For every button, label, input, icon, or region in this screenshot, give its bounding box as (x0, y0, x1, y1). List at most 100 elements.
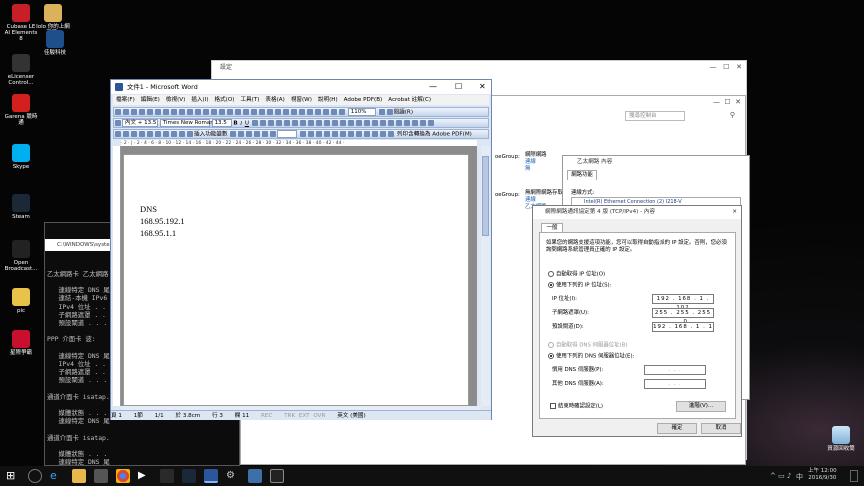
status-language: 英文 (美國) (337, 413, 366, 419)
desktop-icon[interactable]: Open Broadcast... (4, 240, 38, 272)
notification-icon[interactable] (850, 470, 858, 482)
size-select[interactable]: 13.5 (211, 119, 232, 127)
ip-address-field[interactable]: 192 . 168 . 1 . 102 (652, 294, 714, 311)
app-icon (12, 194, 30, 212)
bold-button[interactable]: B (233, 121, 237, 127)
toolbar-field[interactable] (277, 130, 298, 138)
desktop-icon[interactable]: eLicenser Control... (4, 54, 38, 86)
desktop-icon[interactable]: 佳駿科技 (38, 30, 72, 56)
word-taskbar-icon[interactable] (204, 469, 218, 483)
alternate-dns-field[interactable]: . . . (644, 379, 706, 389)
status-pages: 1/1 (154, 413, 164, 419)
cancel-button[interactable]: 取消 (701, 423, 741, 434)
start-icon[interactable]: ⊞ (6, 469, 20, 483)
subnet-mask-field[interactable]: 255 . 255 . 255 . 0 (652, 308, 714, 325)
status-ext[interactable]: EXT (299, 413, 310, 419)
vertical-ruler[interactable] (113, 146, 121, 406)
auto-dns-radio[interactable]: 自動取得 DNS 伺服器位址(B) (548, 342, 627, 350)
document-page[interactable]: DNS 168.95.192.1 168.95.1.1 (123, 154, 469, 406)
ok-button[interactable]: 確定 (657, 423, 697, 434)
menu-item[interactable]: Acrobat 註解(C) (388, 97, 431, 103)
ipv4-title-text: 網際網路通訊協定第 4 版 (TCP/IPv4) - 內容 (545, 209, 656, 215)
italic-button[interactable]: I (240, 120, 242, 127)
auto-ip-radio[interactable]: 自動取得 IP 位址(O) (548, 271, 605, 279)
menu-item[interactable]: 說明(H) (318, 97, 338, 103)
adobe-pdf-button[interactable]: 列印含轉換為 Adobe PDF(M) (397, 132, 472, 138)
menu-item[interactable]: 檔案(F) (116, 97, 135, 103)
netconn-entry-1[interactable]: 網際網路 連線 無 (525, 152, 547, 173)
chrome-icon[interactable] (116, 469, 130, 483)
word-window[interactable]: 文件1 - Microsoft Word — ☐ ✕ 檔案(F) 編輯(E) 檢視(… (110, 79, 492, 420)
manual-ip-radio[interactable]: 使用下列的 IP 位址(S): (548, 282, 611, 290)
formatting-toolbar[interactable]: 內文 + 13.5 Times New Roman 13.5 B I U (113, 118, 489, 128)
network-window-icon[interactable] (248, 469, 262, 483)
desktop-icon[interactable]: Skype (4, 144, 38, 170)
cortana-icon[interactable] (28, 469, 42, 483)
menu-item[interactable]: 工具(T) (240, 97, 259, 103)
radio-selected-icon (548, 353, 554, 359)
close-icon[interactable]: ✕ (479, 80, 486, 94)
menu-item[interactable]: 表格(A) (265, 97, 284, 103)
settings-window-controls[interactable]: — ☐ ✕ (710, 63, 743, 71)
font-select[interactable]: Times New Roman (159, 119, 214, 127)
store-icon[interactable] (94, 469, 108, 483)
extra-toolbar[interactable]: 插入功能變數 列印含轉換為 Adobe PDF(M) (113, 129, 489, 139)
preferred-dns-label: 慣用 DNS 伺服器(P): (552, 367, 604, 373)
entry1-link[interactable]: 連線 (525, 159, 547, 166)
document-line[interactable]: DNS (140, 203, 185, 215)
preferred-dns-field[interactable]: . . . (644, 365, 706, 375)
desktop-icon[interactable]: Steam (4, 194, 38, 220)
insert-field-button[interactable]: 插入功能變數 (194, 132, 228, 138)
recycle-bin-icon[interactable]: 資源回收筒 (824, 426, 858, 452)
ipv4-properties-dialog[interactable]: 網際網路通訊協定第 4 版 (TCP/IPv4) - 內容 ✕ 一般 如果您的網路… (532, 205, 742, 437)
document-line[interactable]: 168.95.192.1 (140, 215, 185, 227)
menu-item[interactable]: 插入(I) (191, 97, 208, 103)
search-input[interactable]: 搜尋控制台 (625, 111, 685, 121)
search-icon[interactable]: ⚲ (730, 111, 735, 119)
reading-button[interactable]: 閱讀(R) (394, 110, 413, 116)
manual-dns-radio[interactable]: 使用下列的 DNS 伺服器位址(E): (548, 353, 634, 361)
media-player-icon[interactable]: ▶ (138, 469, 152, 483)
edge-icon[interactable]: e (50, 469, 64, 483)
style-select[interactable]: 內文 + 13.5 (122, 119, 158, 127)
maximize-icon[interactable]: ☐ (455, 80, 462, 94)
status-ovr[interactable]: OVR (313, 413, 325, 419)
desktop-icon-label: 星際爭霸 (9, 350, 32, 356)
ime-indicator[interactable]: 中 (796, 472, 803, 482)
desktop-icon[interactable]: pic (4, 288, 38, 314)
standard-toolbar[interactable]: 110% 閱讀(R) (113, 107, 489, 117)
cmd-line: 通道介面卡 isatap. (47, 433, 110, 442)
vertical-scrollbar[interactable] (481, 146, 490, 406)
tab-networking[interactable]: 網路功能 (567, 170, 597, 180)
advanced-button[interactable]: 進階(V)... (676, 401, 726, 412)
zoom-select[interactable]: 110% (347, 108, 376, 116)
desktop-icon[interactable]: Cubase LE AI Elements 8 (4, 4, 38, 42)
menu-item[interactable]: 格式(O) (214, 97, 234, 103)
menu-item[interactable]: 編輯(E) (141, 97, 160, 103)
document-line[interactable]: 168.95.1.1 (140, 227, 185, 239)
file-explorer-icon[interactable] (72, 469, 86, 483)
menu-item[interactable]: Adobe PDF(B) (344, 97, 383, 103)
netconn-window-controls[interactable]: — ☐ ✕ (713, 98, 741, 106)
menu-item[interactable]: 視窗(W) (291, 97, 312, 103)
entry2-link[interactable]: 連線 (525, 197, 563, 204)
settings-gear-icon[interactable]: ⚙ (226, 469, 240, 483)
scroll-thumb[interactable] (482, 156, 489, 236)
steam-icon[interactable] (182, 469, 196, 483)
gateway-field[interactable]: 192 . 168 . 1 . 1 (652, 322, 714, 332)
desktop-icon-label: Garena 競時通 (4, 114, 38, 126)
app-icon[interactable] (160, 469, 174, 483)
document-text[interactable]: DNS 168.95.192.1 168.95.1.1 (140, 203, 185, 239)
close-icon[interactable]: ✕ (732, 206, 737, 219)
clock[interactable]: 上午 12:00 2016/9/30 (808, 468, 837, 482)
cmd-taskbar-icon[interactable] (270, 469, 284, 483)
status-trk[interactable]: TRK (284, 413, 295, 419)
menu-item[interactable]: 檢視(V) (166, 97, 185, 103)
validate-checkbox[interactable]: 結束時確認設定(L) (550, 403, 603, 411)
minimize-icon[interactable]: — (429, 80, 437, 94)
underline-button[interactable]: U (245, 121, 249, 127)
desktop-icon[interactable]: Garena 競時通 (4, 94, 38, 126)
status-rec[interactable]: REC (261, 413, 272, 419)
tray-icons[interactable]: ^ ▭ ♪ (770, 472, 791, 480)
desktop-icon[interactable]: 星際爭霸 (4, 330, 38, 356)
